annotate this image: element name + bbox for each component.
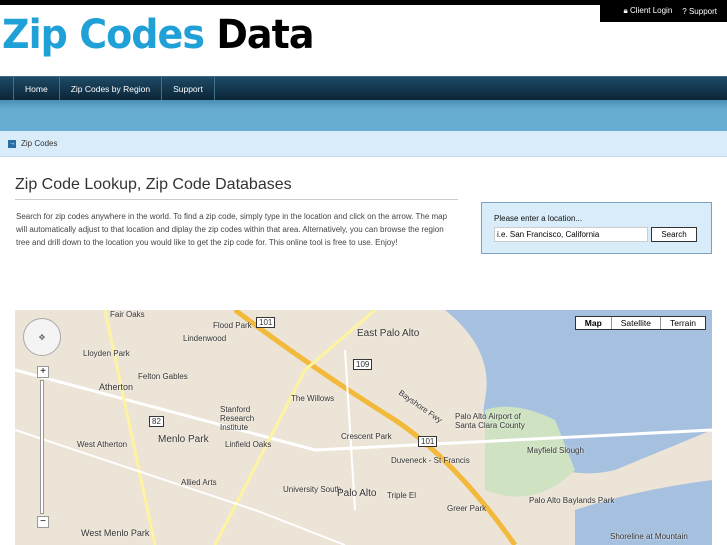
map-label: Palo Alto Baylands Park	[529, 496, 615, 505]
search-label: Please enter a location...	[494, 214, 583, 223]
map-label: West Menlo Park	[81, 528, 150, 538]
map-pan-control[interactable]: ✥	[23, 318, 61, 356]
highway-shield: 82	[149, 416, 164, 427]
map-type-terrain[interactable]: Terrain	[660, 317, 705, 329]
breadcrumb: → Zip Codes	[0, 131, 727, 157]
zoom-in-button[interactable]: +	[37, 366, 49, 378]
map-label: Lindenwood	[183, 334, 227, 343]
map-type-satellite[interactable]: Satellite	[610, 317, 660, 329]
zoom-out-button[interactable]: −	[37, 516, 49, 528]
map-type-map[interactable]: Map	[576, 317, 611, 329]
breadcrumb-zip-codes[interactable]: Zip Codes	[21, 139, 57, 148]
map-label: University South	[283, 485, 342, 494]
map-label: Flood Park	[213, 321, 252, 330]
map-label: Palo Alto	[337, 488, 377, 499]
map-label: Shoreline at Mountain	[610, 532, 688, 541]
map-label: Greer Park	[447, 504, 487, 513]
map-label: Duveneck - St Francis	[391, 456, 470, 465]
map-label: Stanford Research Institute	[220, 405, 255, 432]
search-button[interactable]: Search	[651, 227, 697, 242]
nav-zip-codes-by-region[interactable]: Zip Codes by Region	[58, 77, 161, 100]
site-logo[interactable]: Zip Codes Data	[2, 12, 314, 58]
map-roads	[15, 310, 712, 545]
map-label: Lloyden Park	[83, 349, 130, 358]
map-label: Menlo Park	[158, 434, 209, 445]
map[interactable]: Fair Oaks Flood Park Lindenwood East Pal…	[15, 310, 712, 545]
road	[103, 310, 157, 545]
map-label: West Atherton	[77, 440, 128, 449]
client-login-link[interactable]: 🔒︎ Client Login	[624, 6, 673, 16]
map-label: Linfield Oaks	[225, 440, 272, 449]
main-nav: Home Zip Codes by Region Support	[0, 76, 727, 100]
support-link[interactable]: ? Support	[682, 7, 717, 16]
location-search-box: Please enter a location... Search	[481, 202, 712, 254]
nav-support[interactable]: Support	[161, 77, 215, 100]
map-label: Crescent Park	[341, 432, 392, 441]
lock-icon: 🔒︎	[623, 6, 628, 15]
highway-shield: 101	[256, 317, 276, 328]
zoom-slider[interactable]	[40, 380, 44, 514]
intro-text: Search for zip codes anywhere in the wor…	[16, 212, 448, 247]
map-label: Palo Alto Airport of Santa Clara County	[455, 412, 525, 430]
map-label: East Palo Alto	[357, 328, 420, 339]
arrow-right-icon: →	[8, 139, 16, 148]
map-type-control: Map Satellite Terrain	[574, 316, 706, 330]
map-zoom-control: + −	[37, 366, 49, 528]
highway-shield: 109	[353, 359, 373, 370]
utility-links: 🔒︎ Client Login ? Support	[600, 0, 727, 22]
map-label: Mayfield Slough	[527, 446, 584, 455]
road	[344, 349, 356, 511]
location-input[interactable]	[494, 227, 648, 242]
help-icon: ?	[682, 6, 687, 16]
nav-home[interactable]: Home	[13, 77, 59, 100]
header-band	[0, 100, 727, 131]
map-label: Triple El	[387, 491, 417, 500]
map-label: Felton Gables	[138, 372, 188, 381]
map-label: Atherton	[99, 382, 134, 392]
map-label: Fair Oaks	[110, 310, 145, 319]
highway-shield: 101	[418, 436, 438, 447]
page-title: Zip Code Lookup, Zip Code Databases	[15, 176, 458, 200]
map-label: The Willows	[291, 394, 335, 403]
map-label: Allied Arts	[181, 478, 217, 487]
